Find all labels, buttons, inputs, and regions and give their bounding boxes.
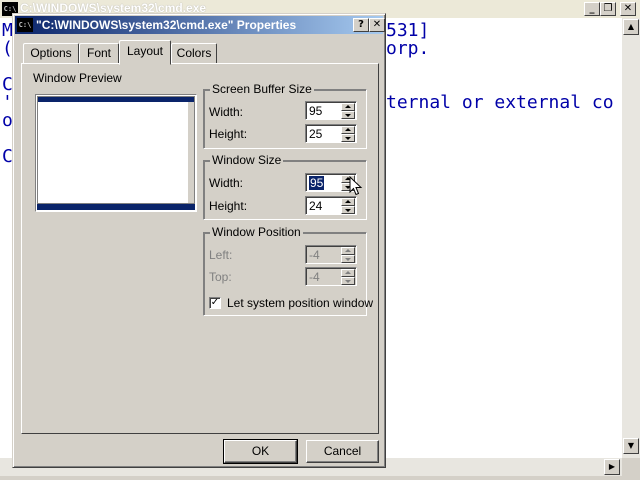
- buffer-width-spinner[interactable]: 95: [305, 101, 357, 120]
- window-height-value[interactable]: 24: [309, 199, 322, 213]
- spin-down-icon[interactable]: [341, 206, 355, 214]
- spin-up-icon: [341, 269, 355, 277]
- scroll-right-arrow-icon[interactable]: ▶: [604, 459, 620, 475]
- position-top-value: -4: [309, 270, 320, 284]
- tab-options[interactable]: Options: [23, 43, 79, 64]
- spin-down-icon[interactable]: [341, 134, 355, 142]
- vertical-scrollbar[interactable]: ▲ ▼: [622, 18, 640, 458]
- minimize-button[interactable]: _: [584, 2, 600, 16]
- buffer-width-label: Width:: [209, 105, 244, 119]
- let-system-position-label[interactable]: Let system position window: [227, 296, 373, 310]
- preview-window: [37, 96, 195, 204]
- buffer-height-spinner[interactable]: 25: [305, 124, 357, 143]
- position-top-spinner[interactable]: -4: [305, 267, 357, 286]
- spin-down-icon: [341, 255, 355, 263]
- tab-colors[interactable]: Colors: [171, 43, 217, 64]
- properties-dialog: C:\ "C:\WINDOWS\system32\cmd.exe" Proper…: [12, 13, 386, 468]
- tab-font[interactable]: Font: [79, 43, 119, 64]
- spin-up-icon[interactable]: [341, 103, 355, 111]
- console-line: ternal or external co: [386, 92, 614, 113]
- position-top-label: Top:: [209, 270, 232, 284]
- spin-down-icon[interactable]: [341, 111, 355, 119]
- window-height-spinner[interactable]: 24: [305, 196, 357, 215]
- let-system-position-checkbox[interactable]: ✓: [209, 297, 221, 309]
- mouse-cursor-icon: [349, 176, 363, 196]
- position-left-spinner[interactable]: -4: [305, 245, 357, 264]
- window-preview-label: Window Preview: [33, 71, 122, 85]
- cancel-button[interactable]: Cancel: [306, 440, 379, 463]
- help-button[interactable]: ?: [353, 18, 369, 32]
- console-line: orp.: [386, 38, 430, 59]
- position-left-value: -4: [309, 248, 320, 262]
- spin-up-icon[interactable]: [341, 126, 355, 134]
- spin-down-icon: [341, 277, 355, 285]
- dialog-close-button[interactable]: ✕: [369, 18, 385, 32]
- window-width-label: Width:: [209, 176, 244, 190]
- buffer-height-value[interactable]: 25: [309, 127, 322, 141]
- buffer-width-value[interactable]: 95: [309, 104, 322, 118]
- buffer-height-label: Height:: [209, 127, 248, 141]
- screen-buffer-title: Screen Buffer Size: [210, 82, 314, 96]
- tab-layout[interactable]: Layout: [119, 40, 171, 65]
- spin-up-icon[interactable]: [341, 198, 355, 206]
- window-preview: [35, 94, 197, 212]
- window-position-title: Window Position: [210, 225, 303, 239]
- spin-up-icon: [341, 247, 355, 255]
- dialog-title: "C:\WINDOWS\system32\cmd.exe" Properties: [36, 18, 297, 32]
- ok-button[interactable]: OK: [223, 439, 298, 464]
- maximize-button[interactable]: ❐: [600, 2, 616, 16]
- window-size-title: Window Size: [210, 153, 284, 167]
- cmd-icon: C:\: [17, 18, 33, 32]
- scroll-up-arrow-icon[interactable]: ▲: [623, 19, 639, 35]
- window-width-value[interactable]: 95: [309, 176, 325, 190]
- scroll-down-arrow-icon[interactable]: ▼: [623, 438, 639, 454]
- position-left-label: Left:: [209, 248, 233, 262]
- dialog-titlebar[interactable]: C:\ "C:\WINDOWS\system32\cmd.exe" Proper…: [15, 16, 385, 34]
- window-height-label: Height:: [209, 199, 248, 213]
- close-button[interactable]: ✕: [620, 2, 636, 16]
